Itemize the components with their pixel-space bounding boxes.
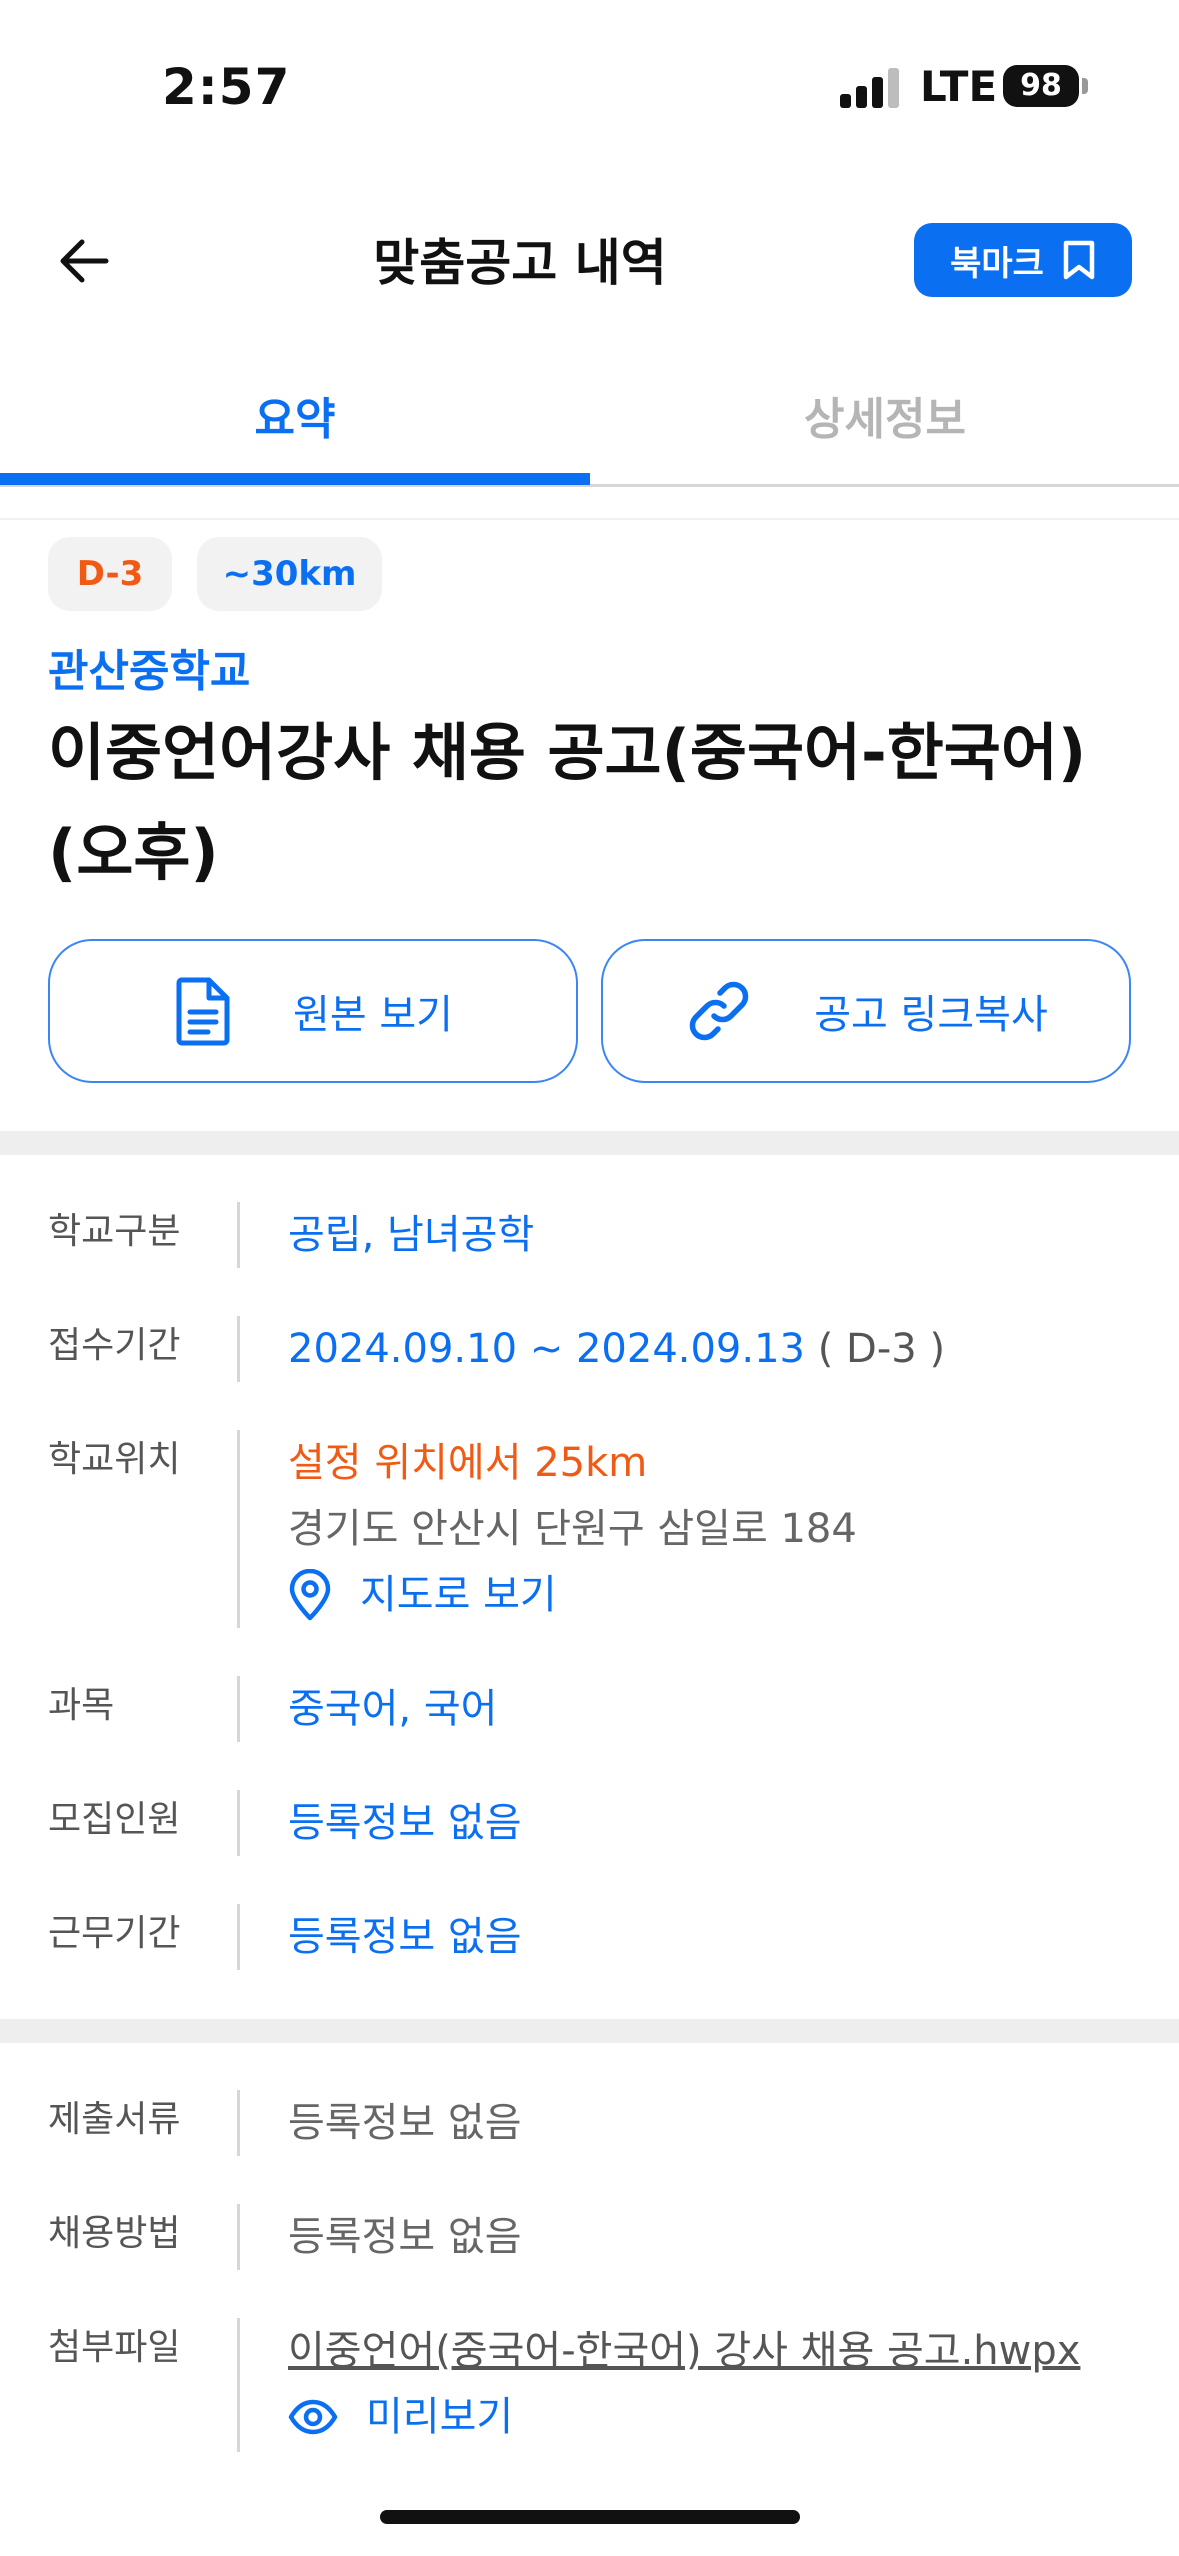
distance-badge: ~30km [197,537,382,611]
info-row-attachment: 첨부파일 이중언어(중국어-한국어) 강사 채용 공고.hwpx 미리보기 [0,2318,1179,2452]
school-name: 관산중학교 [48,646,251,697]
info-label: 학교구분 [48,1211,181,1252]
bookmark-icon [1063,240,1095,280]
info-label: 학교위치 [48,1439,181,1480]
info-divider [237,1430,240,1628]
info-label: 접수기간 [48,1325,181,1366]
copy-link-button[interactable]: 공고 링크복사 [601,939,1131,1083]
view-map-label: 지도로 보기 [360,1572,557,1618]
period-value: 2024.09.10 ~ 2024.09.13 ( D-3 ) [288,1316,945,1382]
section-divider [0,2019,1179,2043]
preview-label: 미리보기 [366,2394,514,2440]
view-original-button[interactable]: 원본 보기 [48,939,578,1083]
info-row-work-period: 근무기간 등록정보 없음 [0,1904,1179,1974]
location-value: 설정 위치에서 25km 경기도 안산시 단원구 삼일로 184 지도로 보기 [288,1430,857,1628]
view-map-link[interactable]: 지도로 보기 [288,1562,857,1628]
eye-icon [288,2399,338,2435]
posting-summary: D-3 ~30km 관산중학교 이중언어강사 채용 공고(중국어-한국어)(오후… [0,487,1179,1132]
info-row-documents: 제출서류 등록정보 없음 [0,2090,1179,2160]
info-label: 채용방법 [48,2213,181,2254]
status-time: 2:57 [162,58,291,116]
attachment-file-link[interactable]: 이중언어(중국어-한국어) 강사 채용 공고.hwpx [288,2318,1080,2384]
section-divider [0,1131,1179,1155]
info-row-location: 학교위치 설정 위치에서 25km 경기도 안산시 단원구 삼일로 184 지도… [0,1430,1179,1630]
network-type: LTE [920,62,998,111]
info-divider [237,1316,240,1382]
info-row-method: 채용방법 등록정보 없음 [0,2204,1179,2274]
posting-title: 이중언어강사 채용 공고(중국어-한국어)(오후) [48,716,1087,889]
header: 맞춤공고 내역 북마크 [0,175,1179,520]
headcount-value: 등록정보 없음 [288,1800,522,1846]
documents-value: 등록정보 없음 [288,2100,522,2146]
tab-summary[interactable]: 요약 [0,345,590,484]
preview-link[interactable]: 미리보기 [288,2384,1080,2450]
method-value: 등록정보 없음 [288,2214,522,2260]
bookmark-button[interactable]: 북마크 [914,223,1132,297]
info-divider [237,1790,240,1856]
link-icon [690,981,749,1041]
bookmark-label: 북마크 [950,243,1044,284]
info-divider [237,2204,240,2270]
subject-value: 중국어, 국어 [288,1686,498,1732]
location-address: 경기도 안산시 단원구 삼일로 184 [288,1506,857,1552]
info-divider [237,1202,240,1268]
info-divider [237,2090,240,2156]
info-label: 과목 [48,1685,115,1726]
document-icon [176,977,230,1046]
signal-icon [840,68,900,108]
tab-details[interactable]: 상세정보 [590,345,1179,484]
location-distance: 설정 위치에서 25km [288,1440,648,1486]
copy-link-label: 공고 링크복사 [814,992,1048,1038]
period-dday: ( D-3 ) [817,1326,946,1372]
info-label: 제출서류 [48,2099,181,2140]
info-row-school-type: 학교구분 공립, 남녀공학 [0,1202,1179,1272]
home-indicator [380,2510,800,2524]
info-divider [237,1676,240,1742]
battery-icon: 98 [1003,65,1079,107]
status-bar: 2:57 LTE 98 [0,0,1179,175]
info-label: 모집인원 [48,1799,181,1840]
info-row-subject: 과목 중국어, 국어 [0,1676,1179,1746]
tab-bar: 요약 상세정보 [0,345,1179,487]
school-type-value: 공립, 남녀공학 [288,1212,535,1258]
info-divider [237,2318,240,2452]
page-title: 맞춤공고 내역 [373,234,667,292]
tab-indicator [0,473,590,485]
info-label: 근무기간 [48,1913,181,1954]
view-original-label: 원본 보기 [293,992,453,1038]
map-pin-icon [289,1569,331,1621]
work-period-value: 등록정보 없음 [288,1914,522,1960]
info-row-headcount: 모집인원 등록정보 없음 [0,1790,1179,1860]
info-divider [237,1904,240,1970]
dday-badge: D-3 [48,537,172,611]
battery-tip [1082,78,1088,94]
info-row-period: 접수기간 2024.09.10 ~ 2024.09.13 ( D-3 ) [0,1316,1179,1386]
attachment-value: 이중언어(중국어-한국어) 강사 채용 공고.hwpx 미리보기 [288,2318,1080,2450]
period-dates: 2024.09.10 ~ 2024.09.13 [288,1326,805,1372]
info-label: 첨부파일 [48,2327,181,2368]
